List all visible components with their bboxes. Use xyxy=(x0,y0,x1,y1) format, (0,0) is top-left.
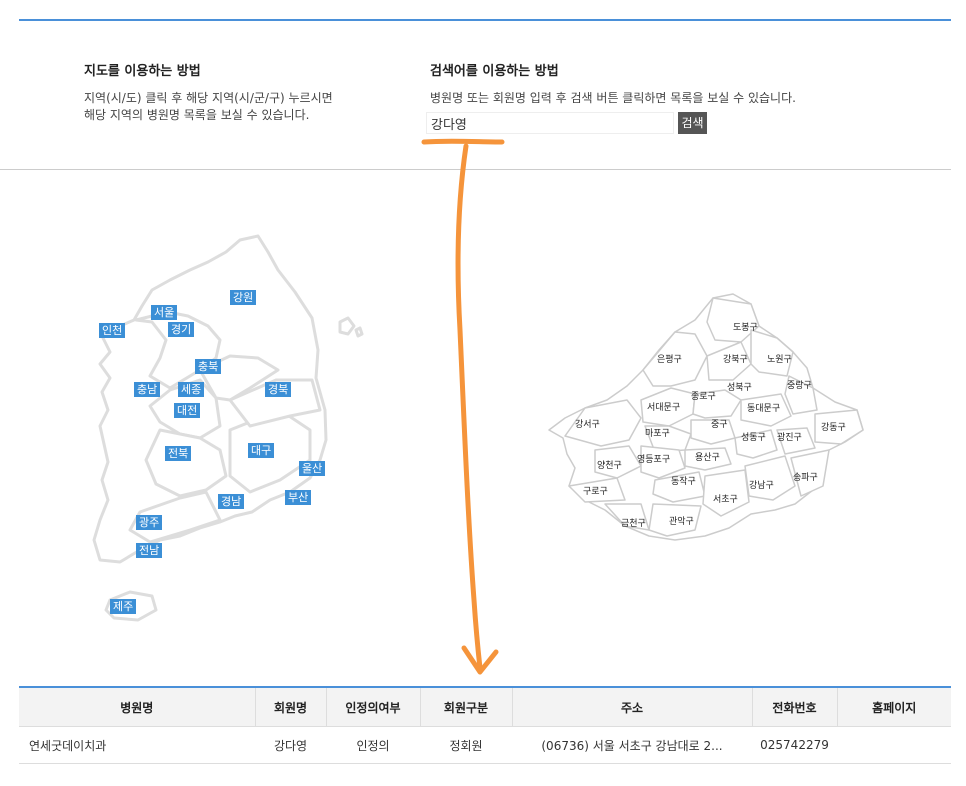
map-guide-desc-line2: 해당 지역의 병원명 목록을 보실 수 있습니다. xyxy=(84,108,310,122)
district-geumcheon[interactable]: 금천구 xyxy=(621,518,646,529)
district-dobong[interactable]: 도봉구 xyxy=(733,322,758,333)
header-member-type[interactable]: 회원구분 xyxy=(419,686,512,727)
region-gyeongbuk[interactable]: 경북 xyxy=(265,382,292,397)
table-header-row: 병원명 회원명 인정의여부 회원구분 주소 전화번호 홈페이지 xyxy=(19,686,951,727)
seoul-map[interactable]: 도봉구 은평구 강북구 노원구 성북구 중랑구 종로구 서대문구 동대문구 강서… xyxy=(545,290,865,545)
region-incheon[interactable]: 인천 xyxy=(99,323,126,338)
district-gangbuk[interactable]: 강북구 xyxy=(723,354,748,365)
cell-address: (06736) 서울 서초구 강남대로 2... xyxy=(512,726,752,764)
district-seongdong[interactable]: 성동구 xyxy=(741,432,766,443)
district-songpa[interactable]: 송파구 xyxy=(793,472,818,483)
district-guro[interactable]: 구로구 xyxy=(583,486,608,497)
district-seongbuk[interactable]: 성북구 xyxy=(727,382,752,393)
header-hospital[interactable]: 병원명 xyxy=(19,686,255,727)
region-busan[interactable]: 부산 xyxy=(285,490,312,505)
region-jeonnam[interactable]: 전남 xyxy=(136,543,163,558)
district-seodaemun[interactable]: 서대문구 xyxy=(647,402,680,413)
header-phone[interactable]: 전화번호 xyxy=(751,686,837,727)
region-gwangju[interactable]: 광주 xyxy=(136,515,163,530)
region-jeonbuk[interactable]: 전북 xyxy=(165,446,192,461)
cell-member-type: 정회원 xyxy=(420,726,512,764)
cell-member: 강다영 xyxy=(255,726,326,764)
header-member[interactable]: 회원명 xyxy=(254,686,326,727)
district-gangseo[interactable]: 강서구 xyxy=(575,419,600,430)
annotation-line xyxy=(455,143,483,671)
korea-map[interactable] xyxy=(80,230,370,630)
district-dongdaemun[interactable]: 동대문구 xyxy=(747,403,780,414)
district-jongno[interactable]: 종로구 xyxy=(691,391,716,402)
top-divider xyxy=(19,19,951,21)
district-junggu[interactable]: 중구 xyxy=(711,419,728,430)
district-nowon[interactable]: 노원구 xyxy=(767,354,792,365)
dokdo-shape xyxy=(354,326,364,338)
region-sejong[interactable]: 세종 xyxy=(178,382,205,397)
search-guide-title: 검색어를 이용하는 방법 xyxy=(430,64,559,79)
region-gyeonggi[interactable]: 경기 xyxy=(168,322,195,337)
results-table: 병원명 회원명 인정의여부 회원구분 주소 전화번호 홈페이지 연세굿데이치과 … xyxy=(19,686,951,764)
annotation-underline xyxy=(421,138,505,145)
district-gwangjin[interactable]: 광진구 xyxy=(777,431,802,443)
cell-hospital[interactable]: 연세굿데이치과 xyxy=(19,726,255,764)
search-input[interactable] xyxy=(426,112,674,134)
cell-homepage[interactable] xyxy=(837,726,951,764)
district-gwanak[interactable]: 관악구 xyxy=(669,515,694,527)
region-daegu[interactable]: 대구 xyxy=(248,443,275,458)
annotation-arrowhead xyxy=(461,645,499,675)
header-homepage[interactable]: 홈페이지 xyxy=(836,686,951,727)
district-yongsan[interactable]: 용산구 xyxy=(695,452,720,463)
nowon-shape xyxy=(750,329,794,377)
district-yangcheon[interactable]: 양천구 xyxy=(597,460,622,471)
district-jungnang[interactable]: 중랑구 xyxy=(787,379,812,391)
district-seocho[interactable]: 서초구 xyxy=(713,494,738,505)
search-button[interactable]: 검색 xyxy=(678,112,707,134)
region-gyeongnam[interactable]: 경남 xyxy=(218,494,245,509)
district-mapo[interactable]: 마포구 xyxy=(645,428,670,439)
district-dongjak[interactable]: 동작구 xyxy=(671,476,696,487)
search-guide-desc: 병원명 또는 회원명 입력 후 검색 버튼 클릭하면 목록을 보실 수 있습니다… xyxy=(430,91,796,105)
map-guide-desc-line1: 지역(시/도) 클릭 후 해당 지역(시/군/구) 누르시면 xyxy=(84,91,333,105)
region-chungbuk[interactable]: 충북 xyxy=(195,359,222,374)
region-gangwon[interactable]: 강원 xyxy=(230,290,257,305)
region-ulsan[interactable]: 울산 xyxy=(299,461,326,476)
region-jeju[interactable]: 제주 xyxy=(110,599,137,614)
map-guide-desc: 지역(시/도) 클릭 후 해당 지역(시/군/구) 누르시면 해당 지역의 병원… xyxy=(84,90,333,124)
header-address[interactable]: 주소 xyxy=(511,686,752,727)
cell-phone: 025742279 xyxy=(752,726,837,764)
section-divider xyxy=(0,169,951,170)
map-guide-title: 지도를 이용하는 방법 xyxy=(84,64,201,79)
district-gangnam[interactable]: 강남구 xyxy=(749,480,774,491)
table-row[interactable]: 연세굿데이치과 강다영 인정의 정회원 (06736) 서울 서초구 강남대로 … xyxy=(19,726,951,764)
header-certified[interactable]: 인정의여부 xyxy=(325,686,420,727)
region-seoul[interactable]: 서울 xyxy=(151,305,178,320)
district-gangdong[interactable]: 강동구 xyxy=(821,422,846,433)
region-daejeon[interactable]: 대전 xyxy=(174,403,201,418)
region-chungnam[interactable]: 충남 xyxy=(134,382,161,397)
district-eunpyeong[interactable]: 은평구 xyxy=(657,354,682,365)
district-yeongdeungpo[interactable]: 영등포구 xyxy=(637,454,670,465)
cell-certified: 인정의 xyxy=(326,726,420,764)
ulleungdo-shape xyxy=(338,316,356,336)
